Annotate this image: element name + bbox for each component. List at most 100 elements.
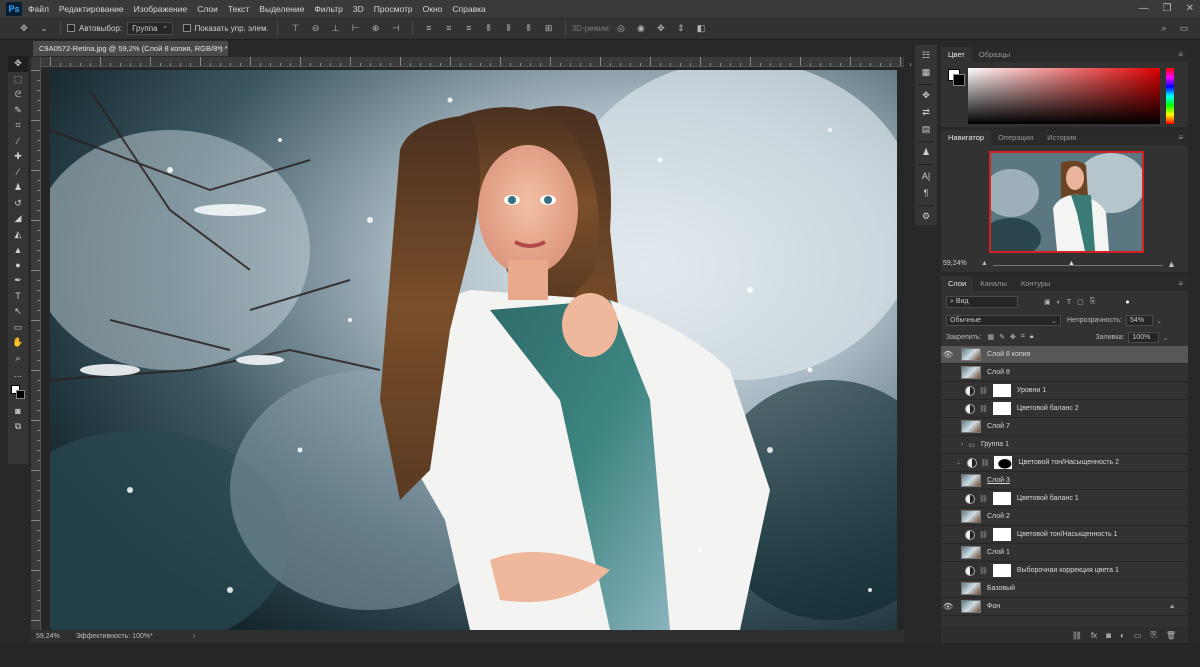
crop-tool-icon[interactable]: ⌗ [8, 118, 28, 134]
layer-row[interactable]: Слой 2 [941, 508, 1188, 526]
tab-navigator[interactable]: Навигатор [941, 130, 992, 145]
align-left-icon[interactable]: ⊢ [350, 23, 362, 33]
layer-row[interactable]: Слой 1 [941, 544, 1188, 562]
rectangle-tool-icon[interactable]: ▭ [8, 320, 28, 336]
history-brush-tool-icon[interactable]: ↺ [8, 196, 28, 212]
close-button[interactable]: ✕ [1186, 3, 1194, 14]
panel-menu-icon[interactable]: ≡ [1178, 50, 1183, 59]
align-top-icon[interactable]: ⊤ [290, 23, 302, 33]
zoom-slider-track[interactable] [993, 265, 1163, 266]
layer-row[interactable]: ⛓ Цветовой баланс 1 [941, 490, 1188, 508]
layer-name[interactable]: Уровни 1 [1017, 387, 1046, 394]
menu-view[interactable]: Просмотр [374, 4, 413, 14]
layer-style-icon[interactable]: fx [1091, 631, 1097, 640]
layer-name[interactable]: Слой 8 копия [987, 351, 1030, 358]
blend-mode-dropdown[interactable]: Обычные ⌄ [946, 314, 1061, 326]
zoom-out-icon[interactable]: ▲ [981, 260, 988, 267]
paint-bucket-tool-icon[interactable]: ◭ [8, 227, 28, 243]
layer-row[interactable]: Базовый [941, 580, 1188, 598]
type-tool-icon[interactable]: T [8, 289, 28, 305]
menu-edit[interactable]: Редактирование [59, 4, 124, 14]
add-mask-icon[interactable]: ◙ [1106, 631, 1111, 640]
menu-3d[interactable]: 3D [353, 4, 364, 14]
3d-roll-icon[interactable]: ◉ [635, 23, 647, 33]
lock-pixels-icon[interactable]: ✎ [999, 333, 1005, 341]
3d-pan-icon[interactable]: ✥ [655, 23, 667, 33]
swatches-panel-icon[interactable]: ▦ [917, 65, 935, 81]
hand-tool-icon[interactable]: ✋ [8, 335, 28, 351]
quick-select-tool-icon[interactable]: ✎ [8, 103, 28, 119]
layer-name[interactable]: Слой 2 [987, 513, 1010, 520]
new-group-icon[interactable]: ▭ [1134, 631, 1142, 640]
layer-row[interactable]: Слой 3 [941, 472, 1188, 490]
menu-window[interactable]: Окно [423, 4, 443, 14]
menu-type[interactable]: Текст [228, 4, 249, 14]
layer-row[interactable]: Слой 8 [941, 364, 1188, 382]
move-tool-icon[interactable]: ✥ [8, 56, 28, 72]
lock-transparent-icon[interactable]: ▦ [987, 333, 994, 341]
navigator-zoom-value[interactable]: 59,24% [943, 260, 967, 267]
color-field[interactable] [968, 68, 1160, 124]
tab-actions[interactable]: Операции [991, 130, 1040, 145]
layer-name[interactable]: Группа 1 [981, 441, 1009, 448]
search-icon[interactable]: ⌕ [1158, 23, 1170, 33]
menu-help[interactable]: Справка [452, 4, 485, 14]
dodge-tool-icon[interactable]: ● [8, 258, 28, 274]
healing-brush-tool-icon[interactable]: ✚ [8, 149, 28, 165]
align-vcenter-icon[interactable]: ⊖ [310, 23, 322, 33]
layer-name[interactable]: Базовый [987, 585, 1015, 592]
distribute-left-icon[interactable]: ⫴ [483, 23, 495, 33]
distribute-hcenter-icon[interactable]: ⫴ [503, 23, 515, 33]
filter-shape-icon[interactable]: ▢ [1077, 298, 1084, 306]
menu-file[interactable]: Файл [28, 4, 49, 14]
menu-select[interactable]: Выделение [259, 4, 304, 14]
align-bottom-icon[interactable]: ⊥ [330, 23, 342, 33]
libraries-panel-icon[interactable]: ♟ [917, 145, 935, 161]
layer-name[interactable]: Фон [987, 603, 1000, 610]
layer-row[interactable]: › ▭ Группа 1 [941, 436, 1188, 454]
canvas-photo[interactable] [50, 70, 897, 630]
layer-name[interactable]: Цветовой баланс 2 [1017, 405, 1079, 412]
show-transform-checkbox[interactable] [182, 24, 191, 32]
panel-menu-icon[interactable]: ≡ [1178, 279, 1183, 288]
lock-position-icon[interactable]: ✥ [1010, 333, 1016, 341]
background-color-swatch[interactable] [16, 389, 25, 399]
status-arrow-icon[interactable]: › [193, 633, 195, 640]
layer-row[interactable]: ⛓ Выборочная коррекция цвета 1 [941, 562, 1188, 580]
delete-layer-icon[interactable]: 🗑︎ [1166, 631, 1176, 640]
menu-image[interactable]: Изображение [134, 4, 188, 14]
layer-name[interactable]: Цветовой баланс 1 [1017, 495, 1079, 502]
layer-name[interactable]: Слой 8 [987, 369, 1010, 376]
lasso-tool-icon[interactable]: ᘓ [8, 87, 28, 103]
auto-align-icon[interactable]: ⊞ [543, 23, 555, 33]
link-layers-icon[interactable]: ⛓ [1072, 631, 1082, 640]
restore-button[interactable]: ❐ [1163, 3, 1172, 14]
autoselect-checkbox[interactable] [67, 24, 75, 32]
lock-artboard-icon[interactable]: ⌗ [1021, 333, 1025, 341]
screen-mode-icon[interactable]: ⧉ [8, 419, 28, 435]
filter-type-icon[interactable]: T [1067, 299, 1071, 306]
document-tab[interactable]: C9A0572-Retina.jpg @ 59,2% (Слой 8 копия… [33, 41, 228, 56]
blur-tool-icon[interactable]: ▲ [8, 242, 28, 258]
background-color-chip[interactable] [953, 74, 965, 86]
tab-layers[interactable]: Слои [941, 276, 974, 291]
color-swatches[interactable] [8, 382, 28, 404]
document-close-icon[interactable]: × [218, 41, 222, 56]
tab-history[interactable]: История [1040, 130, 1083, 145]
tab-swatches[interactable]: Образцы [972, 47, 1018, 62]
workspace-icon[interactable]: ▭ [1178, 23, 1190, 33]
tool-preset-dropdown-icon[interactable]: ⌄ [38, 23, 50, 33]
align-hcenter-icon[interactable]: ⊕ [370, 23, 382, 33]
layer-name[interactable]: Цветовой тон/Насыщенность 1 [1017, 531, 1118, 538]
styles-panel-icon[interactable]: ▤ [917, 121, 935, 137]
pen-tool-icon[interactable]: ✒ [8, 273, 28, 289]
fill-input[interactable]: 100% ⌄ [1128, 331, 1168, 343]
layer-name[interactable]: Слой 7 [987, 423, 1010, 430]
more-tools-icon[interactable]: … [8, 366, 28, 382]
navigator-preview[interactable] [989, 151, 1144, 253]
eraser-tool-icon[interactable]: ◢ [8, 211, 28, 227]
status-zoom[interactable]: 59,24% [36, 633, 60, 640]
tab-paths[interactable]: Контуры [1014, 276, 1057, 291]
distribute-bottom-icon[interactable]: ≡ [463, 23, 475, 33]
filter-toggle-icon[interactable]: ● [1125, 299, 1129, 306]
